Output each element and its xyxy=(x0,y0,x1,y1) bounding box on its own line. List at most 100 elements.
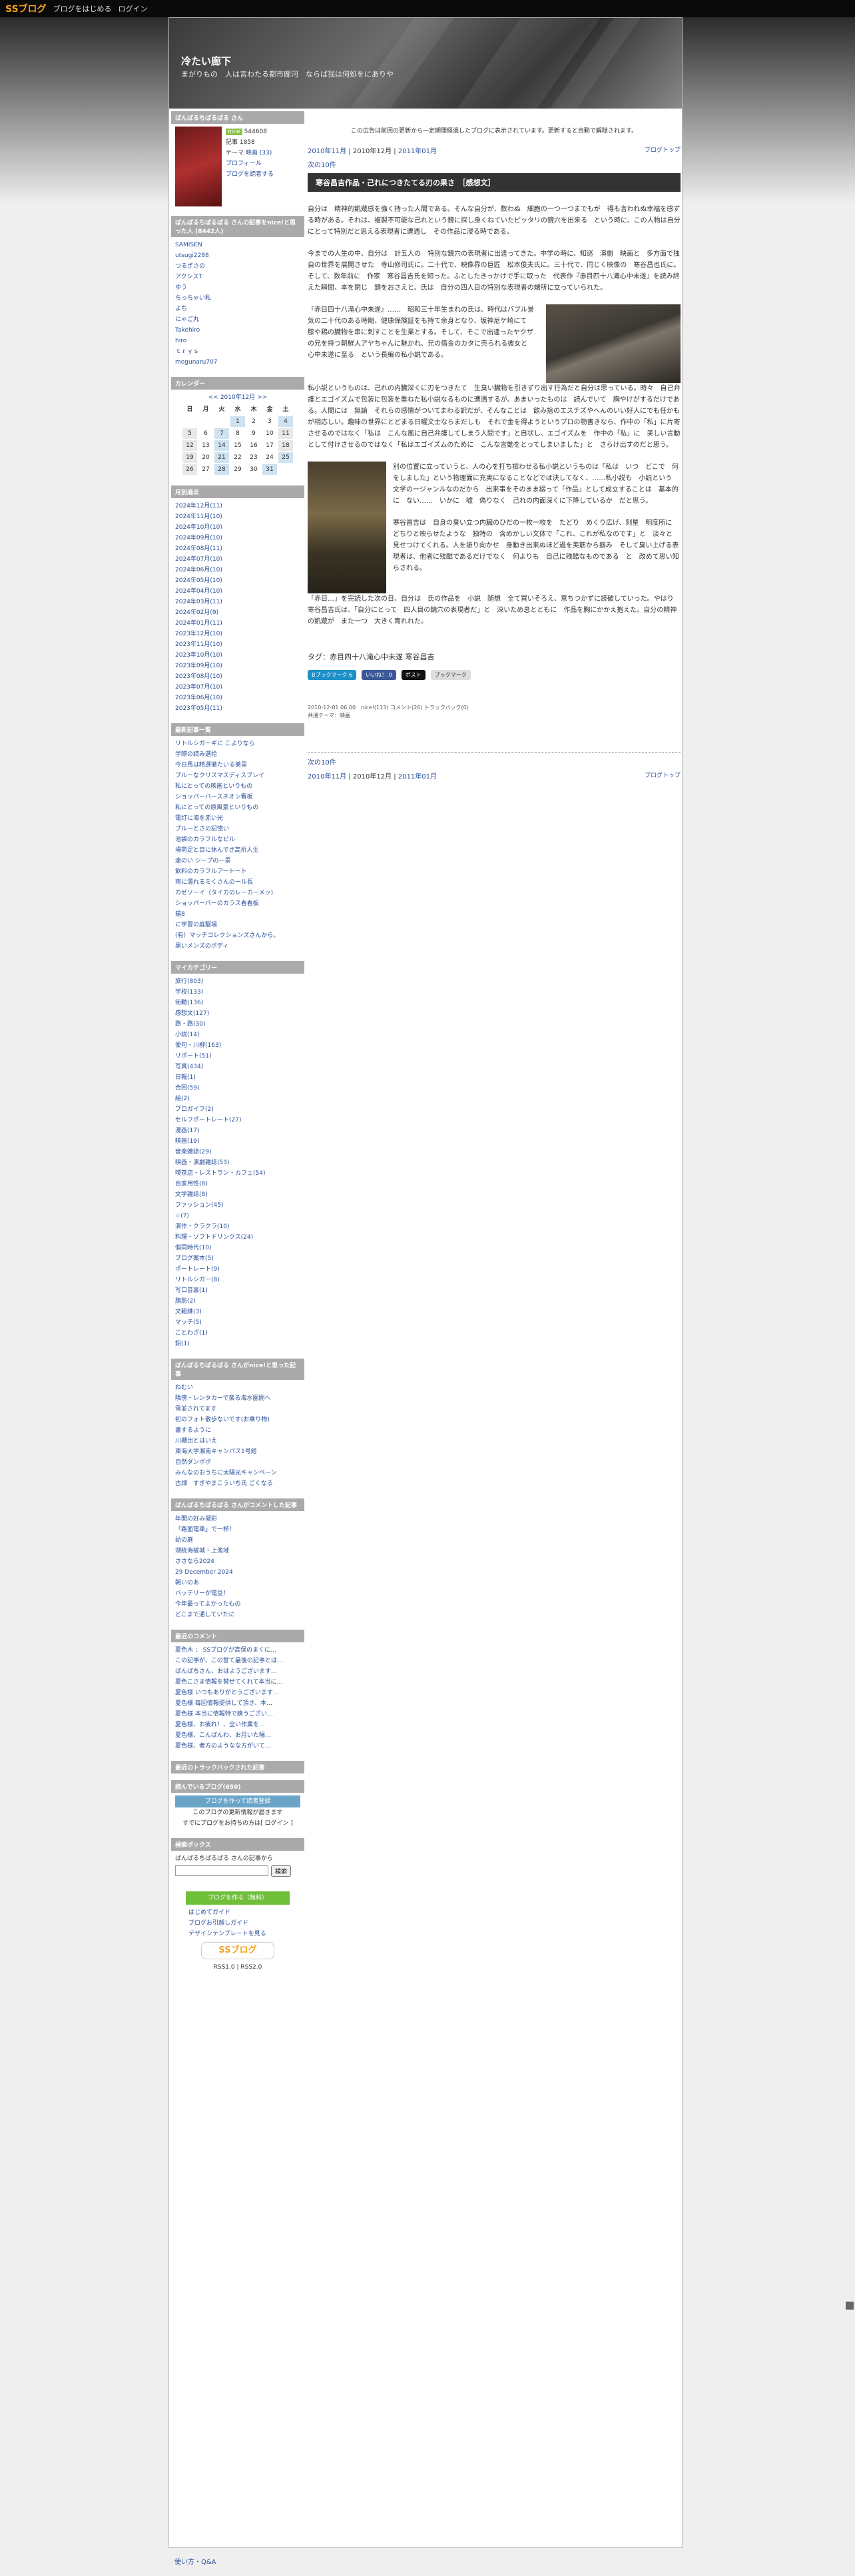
commented-post-link[interactable]: 「路面電車」で一杯！ xyxy=(175,1524,300,1535)
category-link[interactable]: 街動(136) xyxy=(175,998,300,1008)
move-guide-link[interactable]: ブログお引越しガイド xyxy=(175,1918,300,1929)
commented-post-link[interactable]: 年間の好み凝彩 xyxy=(175,1514,300,1524)
recent-article-link[interactable]: 飲料のカラフルアートート xyxy=(175,866,300,877)
calendar-nav[interactable]: << 2010年12月 >> xyxy=(175,392,300,403)
commented-post-link[interactable]: ささなら2024 xyxy=(175,1556,300,1567)
category-link[interactable]: 自家用性(8) xyxy=(175,1179,300,1189)
close-icon[interactable] xyxy=(846,2302,854,2310)
recent-article-link[interactable]: カゼソーイ（タイカのレーカーメッ) xyxy=(175,888,300,898)
entry-meta[interactable]: 2010-12-01 06:00 nice!(113) コメント(26) トラッ… xyxy=(308,704,681,712)
post-button[interactable]: ポスト xyxy=(401,670,426,680)
category-link[interactable]: 料理・ソフトドリンクス(24) xyxy=(175,1232,300,1243)
archive-link[interactable]: 2023年07月(10) xyxy=(175,682,300,693)
recent-article-link[interactable]: ブルーなクリスマスディスプレイ xyxy=(175,771,300,781)
calendar-day[interactable]: 10 xyxy=(262,428,277,439)
recent-article-link[interactable]: (有）マッチコレクションズさんから。 xyxy=(175,930,300,941)
commented-post-link[interactable]: バッテリーが電豆！ xyxy=(175,1588,300,1599)
category-link[interactable]: 旅行(803) xyxy=(175,976,300,987)
archive-link[interactable]: 2024年11月(10) xyxy=(175,511,300,522)
calendar-day[interactable]: 5 xyxy=(182,428,197,439)
calendar-day[interactable]: 1 xyxy=(230,416,245,427)
category-link[interactable]: ことわざ(1) xyxy=(175,1328,300,1339)
category-link[interactable]: 写真(434) xyxy=(175,1062,300,1072)
nice-post-link[interactable]: 書するように xyxy=(175,1425,300,1436)
commented-post-link[interactable]: 今年最ってよかったもの xyxy=(175,1599,300,1610)
photo-wall[interactable] xyxy=(308,462,386,593)
nice-user-link[interactable]: ゆう xyxy=(175,282,300,293)
blog-title[interactable]: 冷たい廊下 xyxy=(181,54,231,68)
calendar-day[interactable]: 19 xyxy=(182,452,197,463)
category-link[interactable]: 文範誰(3) xyxy=(175,1307,300,1317)
recent-article-link[interactable]: リトルシガーギに こよりなら xyxy=(175,739,300,749)
archive-link[interactable]: 2024年02月(9) xyxy=(175,607,300,618)
rss-links[interactable]: RSS1.0 | RSS2.0 xyxy=(175,1962,300,1973)
category-link[interactable]: 写口音裏(1) xyxy=(175,1285,300,1296)
latest-comment-link[interactable]: 夏色様、こんばんわ、お月いた陽… xyxy=(175,1730,300,1741)
latest-comment-link[interactable]: 夏色様 いつもありがとうございます… xyxy=(175,1688,300,1698)
category-link[interactable]: 小説(14) xyxy=(175,1030,300,1040)
recent-article-link[interactable]: 電灯に海を赤い光 xyxy=(175,813,300,824)
blog-top-link-bottom[interactable]: ブログトップ xyxy=(645,771,681,781)
avatar[interactable] xyxy=(175,127,222,206)
category-link[interactable]: 便句・川柳(163) xyxy=(175,1040,300,1051)
archive-link[interactable]: 2023年12月(10) xyxy=(175,629,300,639)
commented-post-link[interactable]: 湖統海被城・上漁域 xyxy=(175,1546,300,1556)
nice-post-link[interactable]: 東海大学湘南キャンパス1号館 xyxy=(175,1447,300,1457)
calendar-day[interactable]: 4 xyxy=(278,416,293,427)
nice-user-link[interactable]: utsugi2288 xyxy=(175,250,300,261)
commented-post-link[interactable]: どこまで通していたに xyxy=(175,1610,300,1620)
recent-article-link[interactable]: ショッパーバースネオン看板 xyxy=(175,792,300,803)
category-link[interactable]: マッチ(5) xyxy=(175,1317,300,1328)
search-button[interactable]: 検索 xyxy=(271,1865,292,1877)
category-link[interactable]: 文学雑誌(8) xyxy=(175,1189,300,1200)
category-link[interactable]: 映画・演劇雑誌(53) xyxy=(175,1157,300,1168)
create-blog-button[interactable]: ブログを作る（無料） xyxy=(186,1891,290,1905)
calendar-day[interactable]: 24 xyxy=(262,452,277,463)
recent-article-link[interactable]: 池袋のカラフルなビル xyxy=(175,834,300,845)
calendar-day[interactable]: 6 xyxy=(198,428,213,439)
category-link[interactable]: 映画(19) xyxy=(175,1136,300,1147)
category-link[interactable]: 絵(2) xyxy=(175,1094,300,1104)
nice-post-link[interactable]: 自然ダンポボ xyxy=(175,1457,300,1468)
latest-comment-link[interactable]: 夏色様、お疲れ！、全い作業を… xyxy=(175,1720,300,1730)
archive-link[interactable]: 2024年06月(10) xyxy=(175,565,300,575)
latest-comment-link[interactable]: 夏色様 毎回情報提供して頂き、本… xyxy=(175,1698,300,1709)
recent-article-link[interactable]: に学習の庭駆場 xyxy=(175,920,300,930)
category-link[interactable]: 演作・クラクラ(10) xyxy=(175,1221,300,1232)
calendar-day[interactable]: 27 xyxy=(198,464,213,475)
category-link[interactable]: 脂肪(2) xyxy=(175,1296,300,1307)
calendar-day[interactable]: 23 xyxy=(246,452,261,463)
help-link[interactable]: 使い方・Q&A xyxy=(174,2559,216,2566)
site-logo[interactable]: SSブログ xyxy=(5,2,47,15)
latest-comment-link[interactable]: ばんばちさん、おはようございます… xyxy=(175,1666,300,1677)
nice-post-link[interactable]: みんなのおうちに太陽光キャンペーン xyxy=(175,1468,300,1478)
recent-article-link[interactable]: ショッパーバーのカラス看看板 xyxy=(175,898,300,909)
archive-link[interactable]: 2024年05月(10) xyxy=(175,575,300,586)
category-link[interactable]: 感想文(127) xyxy=(175,1008,300,1019)
nice-user-link[interactable]: ちっちゃい私 xyxy=(175,293,300,304)
recent-article-link[interactable]: ブルーとさの記憶い xyxy=(175,824,300,834)
calendar-day[interactable]: 14 xyxy=(214,440,229,451)
calendar-day[interactable]: 9 xyxy=(246,428,261,439)
search-input[interactable] xyxy=(175,1865,268,1876)
prev-month-link[interactable]: 2010年11月 xyxy=(308,148,346,155)
archive-link[interactable]: 2024年09月(10) xyxy=(175,533,300,543)
next-10-link[interactable]: 次の10件 xyxy=(308,159,336,169)
category-link[interactable]: 漫画(17) xyxy=(175,1126,300,1136)
nice-post-link[interactable]: 古畑 すぎやまこういち氏 ごくなる xyxy=(175,1478,300,1489)
archive-link[interactable]: 2023年06月(10) xyxy=(175,693,300,703)
recent-article-link[interactable]: 私にとっての映画といりもの xyxy=(175,781,300,792)
category-link[interactable]: 鉛(1) xyxy=(175,1339,300,1349)
hatena-bookmark-button[interactable]: Bブックマーク 6 xyxy=(308,670,357,680)
commented-post-link[interactable]: 29 December 2024 xyxy=(175,1567,300,1578)
category-link[interactable]: ブログ案本(5) xyxy=(175,1253,300,1264)
calendar-day[interactable]: 18 xyxy=(278,440,293,451)
prev-month-link-bottom[interactable]: 2010年11月 xyxy=(308,773,346,781)
recent-article-link[interactable]: 学際の読み選拾 xyxy=(175,749,300,760)
category-link[interactable]: 学校(133) xyxy=(175,987,300,998)
powered-logo[interactable]: SSブログ xyxy=(201,1942,274,1959)
category-link[interactable]: 日報(1) xyxy=(175,1072,300,1083)
recent-article-link[interactable]: 雨に濡れるミくさんのール長 xyxy=(175,877,300,888)
calendar-day[interactable]: 17 xyxy=(262,440,277,451)
nice-user-link[interactable]: アクシスT xyxy=(175,272,300,282)
